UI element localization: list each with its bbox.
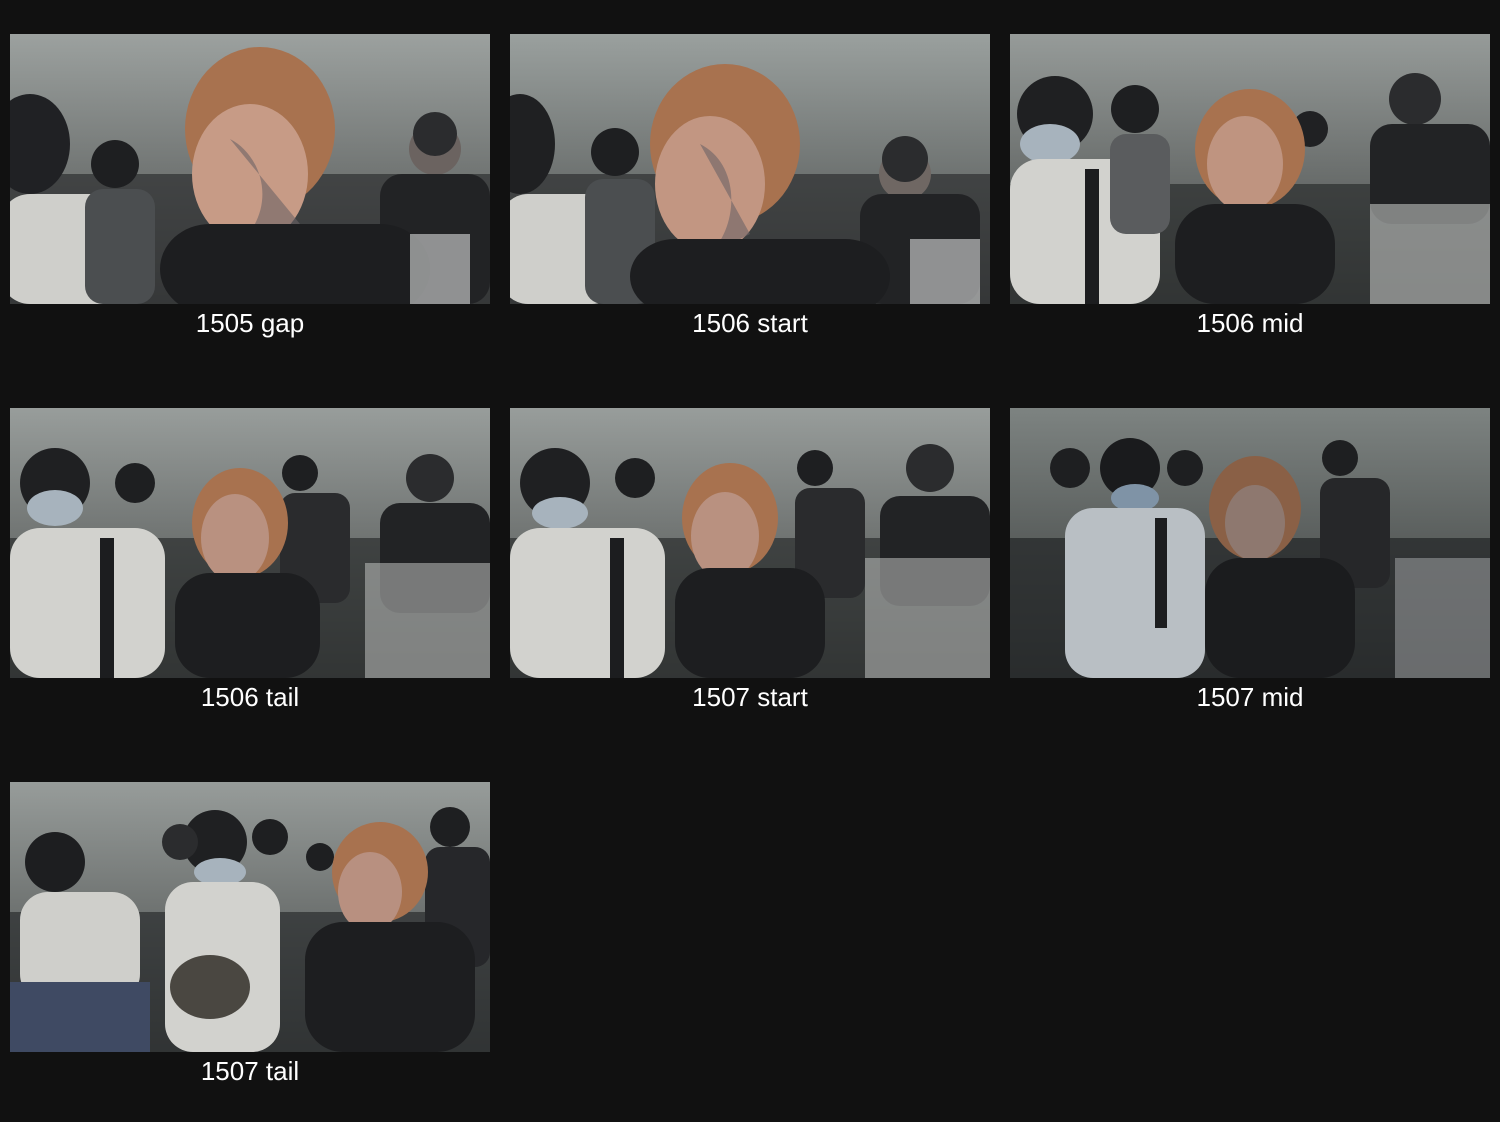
video-still [10, 782, 490, 1052]
video-still [10, 34, 490, 304]
video-still [510, 408, 990, 678]
frame-thumbnail[interactable] [10, 408, 490, 678]
frame-thumbnail[interactable] [1010, 34, 1490, 304]
frame-tile[interactable]: 1506 tail [10, 408, 490, 718]
frame-thumbnail[interactable] [510, 34, 990, 304]
frame-thumbnail[interactable] [10, 782, 490, 1052]
frame-tile[interactable]: 1506 mid [1010, 34, 1490, 344]
frame-label: 1506 tail [200, 682, 300, 712]
frame-label: 1507 start [692, 682, 808, 712]
frame-thumbnail[interactable] [510, 408, 990, 678]
frame-tile[interactable]: 1507 start [510, 408, 990, 718]
frame-thumbnail[interactable] [10, 34, 490, 304]
video-still [510, 34, 990, 304]
frame-label: 1506 mid [1196, 308, 1304, 338]
frame-label: 1507 tail [200, 1056, 300, 1086]
frame-tile[interactable]: 1506 start [510, 34, 990, 344]
frame-tile[interactable]: 1505 gap [10, 34, 490, 344]
video-still [10, 408, 490, 678]
frame-tile[interactable]: 1507 tail [10, 782, 490, 1092]
frame-thumbnail[interactable] [1010, 408, 1490, 678]
frame-label: 1507 mid [1196, 682, 1304, 712]
video-still [1010, 34, 1490, 304]
contact-sheet: 1505 gap 1506 start 1506 mid 1506 tail 1… [0, 0, 1500, 1122]
frame-label: 1505 gap [195, 308, 305, 338]
video-still [1010, 408, 1490, 678]
frame-tile[interactable]: 1507 mid [1010, 408, 1490, 718]
frame-label: 1506 start [692, 308, 808, 338]
